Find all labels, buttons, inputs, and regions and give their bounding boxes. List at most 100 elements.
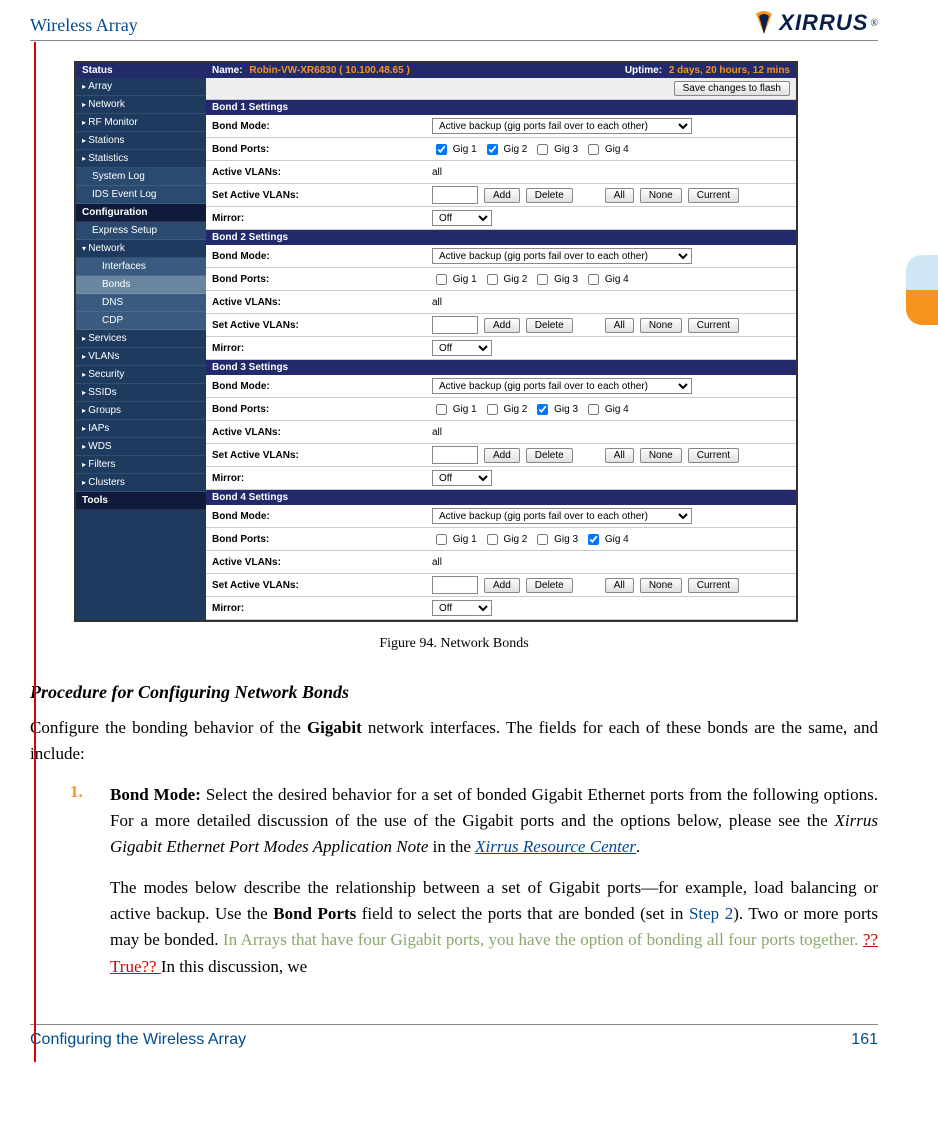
gig-checkbox[interactable] <box>436 274 447 285</box>
ss-status-cell: Status <box>82 65 212 76</box>
gig-checkbox[interactable] <box>436 534 447 545</box>
vlan-input[interactable] <box>432 576 478 594</box>
mirror-select[interactable]: Off <box>432 210 492 226</box>
sidebar-item-bonds[interactable]: Bonds <box>76 276 206 294</box>
gig-port-option[interactable]: Gig 2 <box>483 141 528 158</box>
gig-port-option[interactable]: Gig 2 <box>483 271 528 288</box>
bond-mode-select[interactable]: Active backup (gig ports fail over to ea… <box>432 248 692 264</box>
sidebar-item-groups[interactable]: Groups <box>76 402 206 420</box>
gig-port-option[interactable]: Gig 3 <box>533 401 578 418</box>
bond-mode-select[interactable]: Active backup (gig ports fail over to ea… <box>432 508 692 524</box>
vlan-input[interactable] <box>432 316 478 334</box>
gig-port-option[interactable]: Gig 4 <box>584 401 629 418</box>
sidebar-item-interfaces[interactable]: Interfaces <box>76 258 206 276</box>
gig-checkbox[interactable] <box>588 404 599 415</box>
current-button[interactable]: Current <box>688 188 739 203</box>
sidebar-item-stations[interactable]: Stations <box>76 132 206 150</box>
sidebar-item-ssids[interactable]: SSIDs <box>76 384 206 402</box>
item1-p2: The modes below describe the relationshi… <box>110 875 878 980</box>
mirror-select[interactable]: Off <box>432 600 492 616</box>
sidebar-section-tools: Tools <box>76 492 206 510</box>
all-button[interactable]: All <box>605 578 634 593</box>
none-button[interactable]: None <box>640 448 682 463</box>
gig-port-option[interactable]: Gig 1 <box>432 271 477 288</box>
gig-checkbox[interactable] <box>588 534 599 545</box>
ss-main: Save changes to flash Bond 1 SettingsBon… <box>206 78 796 620</box>
sidebar-item-security[interactable]: Security <box>76 366 206 384</box>
sidebar-item-iaps[interactable]: IAPs <box>76 420 206 438</box>
row-label-mode: Bond Mode: <box>212 121 432 132</box>
mirror-select[interactable]: Off <box>432 340 492 356</box>
mirror-select[interactable]: Off <box>432 470 492 486</box>
link-step2[interactable]: Step 2 <box>689 904 733 923</box>
none-button[interactable]: None <box>640 318 682 333</box>
sidebar-item-express-setup[interactable]: Express Setup <box>76 222 206 240</box>
add-button[interactable]: Add <box>484 578 520 593</box>
sidebar-item-vlans[interactable]: VLANs <box>76 348 206 366</box>
vlans-value: all <box>432 167 790 178</box>
sidebar-item-dns[interactable]: DNS <box>76 294 206 312</box>
current-button[interactable]: Current <box>688 448 739 463</box>
add-button[interactable]: Add <box>484 188 520 203</box>
delete-button[interactable]: Delete <box>526 578 573 593</box>
delete-button[interactable]: Delete <box>526 188 573 203</box>
gig-checkbox[interactable] <box>487 534 498 545</box>
sidebar-item-ids-log[interactable]: IDS Event Log <box>76 186 206 204</box>
logo-icon <box>751 10 777 36</box>
gig-checkbox[interactable] <box>487 404 498 415</box>
gig-checkbox[interactable] <box>537 274 548 285</box>
none-button[interactable]: None <box>640 578 682 593</box>
gig-checkbox[interactable] <box>588 274 599 285</box>
current-button[interactable]: Current <box>688 578 739 593</box>
save-changes-button[interactable]: Save changes to flash <box>674 81 790 96</box>
all-button[interactable]: All <box>605 448 634 463</box>
bond-mode-select[interactable]: Active backup (gig ports fail over to ea… <box>432 118 692 134</box>
vlan-input[interactable] <box>432 446 478 464</box>
gig-port-option[interactable]: Gig 4 <box>584 531 629 548</box>
row-label-mirror: Mirror: <box>212 473 432 484</box>
gig-port-option[interactable]: Gig 1 <box>432 401 477 418</box>
sidebar-item-array[interactable]: Array <box>76 78 206 96</box>
delete-button[interactable]: Delete <box>526 448 573 463</box>
sidebar-item-filters[interactable]: Filters <box>76 456 206 474</box>
gig-checkbox[interactable] <box>436 404 447 415</box>
gig-port-option[interactable]: Gig 2 <box>483 531 528 548</box>
sidebar-item-statistics[interactable]: Statistics <box>76 150 206 168</box>
sidebar-item-services[interactable]: Services <box>76 330 206 348</box>
gig-port-option[interactable]: Gig 4 <box>584 271 629 288</box>
delete-button[interactable]: Delete <box>526 318 573 333</box>
none-button[interactable]: None <box>640 188 682 203</box>
current-button[interactable]: Current <box>688 318 739 333</box>
bond-mode-select[interactable]: Active backup (gig ports fail over to ea… <box>432 378 692 394</box>
gig-checkbox[interactable] <box>588 144 599 155</box>
all-button[interactable]: All <box>605 188 634 203</box>
gig-port-option[interactable]: Gig 3 <box>533 141 578 158</box>
gig-port-option[interactable]: Gig 1 <box>432 141 477 158</box>
gig-port-option[interactable]: Gig 1 <box>432 531 477 548</box>
gig-checkbox[interactable] <box>537 534 548 545</box>
gig-checkbox[interactable] <box>487 144 498 155</box>
gig-port-option[interactable]: Gig 2 <box>483 401 528 418</box>
sidebar-item-clusters[interactable]: Clusters <box>76 474 206 492</box>
revision-bar <box>34 42 36 1062</box>
gig-port-option[interactable]: Gig 3 <box>533 531 578 548</box>
add-button[interactable]: Add <box>484 448 520 463</box>
add-button[interactable]: Add <box>484 318 520 333</box>
sidebar-item-cdp[interactable]: CDP <box>76 312 206 330</box>
sidebar-item-rf-monitor[interactable]: RF Monitor <box>76 114 206 132</box>
gig-checkbox[interactable] <box>436 144 447 155</box>
all-button[interactable]: All <box>605 318 634 333</box>
text: In this discussion, we <box>161 957 307 976</box>
row-label-vlans: Active VLANs: <box>212 427 432 438</box>
gig-port-option[interactable]: Gig 3 <box>533 271 578 288</box>
sidebar-item-system-log[interactable]: System Log <box>76 168 206 186</box>
gig-checkbox[interactable] <box>537 404 548 415</box>
gig-checkbox[interactable] <box>487 274 498 285</box>
sidebar-item-network-status[interactable]: Network <box>76 96 206 114</box>
sidebar-item-wds[interactable]: WDS <box>76 438 206 456</box>
vlan-input[interactable] <box>432 186 478 204</box>
sidebar-item-network-config[interactable]: Network <box>76 240 206 258</box>
gig-checkbox[interactable] <box>537 144 548 155</box>
gig-port-option[interactable]: Gig 4 <box>584 141 629 158</box>
link-resource-center[interactable]: Xirrus Resource Center <box>475 837 636 856</box>
